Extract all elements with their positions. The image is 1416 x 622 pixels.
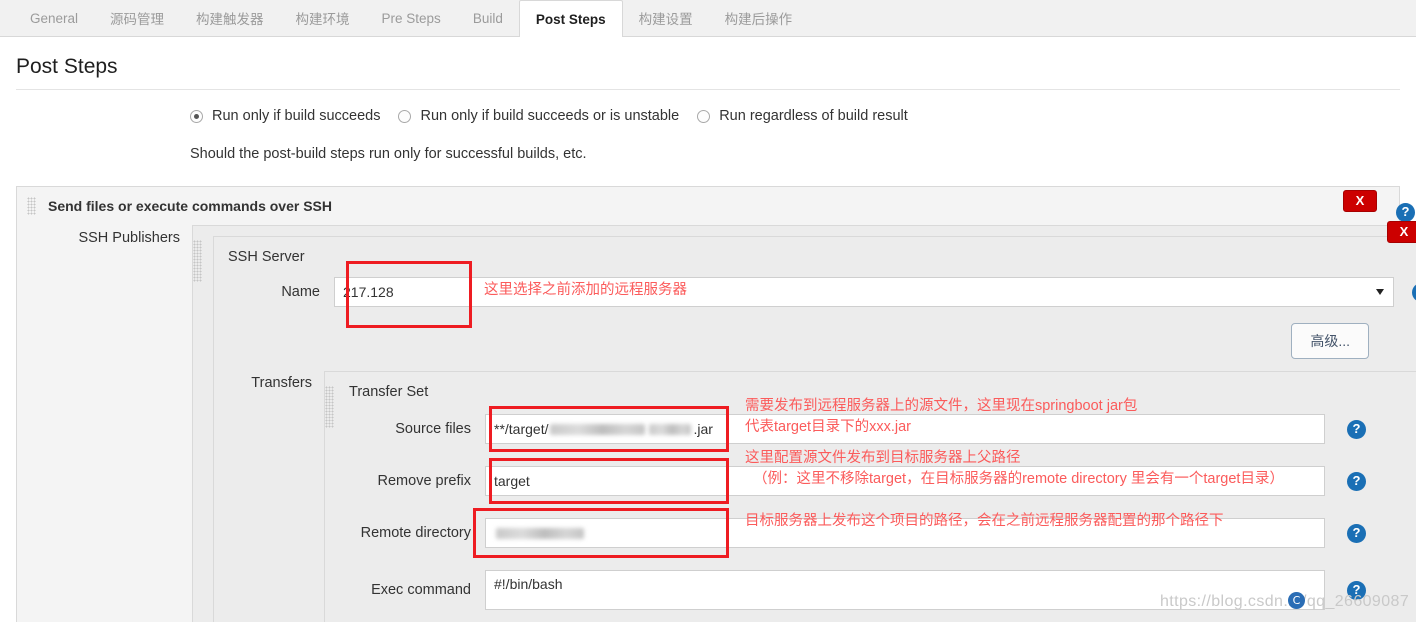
ssh-publisher-entry: X SSH Server Name 217.128 ? 这里选择之前添加的远程 [213, 221, 1416, 622]
publisher-drag-handle-icon[interactable] [192, 240, 202, 282]
radio-run-regardless[interactable] [697, 109, 711, 123]
source-files-row: Source files **/target/ .jar ? 需要发布到远程服务器… [345, 398, 1416, 452]
remove-prefix-value: target [494, 473, 530, 489]
ssh-server-panel: X SSH Server Name 217.128 ? 这里选择之前添加的远程 [213, 221, 1416, 622]
exec-command-value: #!/bin/bash [494, 576, 563, 592]
ssh-publishers-row: SSH Publishers X SSH Server Name 217.128… [17, 221, 1416, 622]
post-steps-hint: Should the post-build steps run only for… [190, 146, 587, 162]
watermark-text-after: /qq_26609087 [1302, 593, 1410, 610]
ssh-server-name-label: Name [281, 284, 320, 300]
transfers-panel: Transfer Set Source files **/target/.jar… [324, 371, 1416, 622]
ssh-server-section-label: SSH Server [228, 249, 305, 265]
radio-label-run-regardless: Run regardless of build result [719, 108, 908, 124]
ssh-publishers-label: SSH Publishers [78, 230, 180, 246]
ssh-server-name-help-icon[interactable]: ? [1412, 282, 1416, 302]
tab-build[interactable]: Build [457, 0, 519, 36]
radio-label-run-if-succeeds: Run only if build succeeds [212, 108, 381, 124]
tab-general[interactable]: General [14, 0, 94, 36]
ssh-publishers-panel: X SSH Server Name 217.128 ? 这里选择之前添加的远程 [192, 221, 1416, 622]
remote-directory-help-icon[interactable]: ? [1347, 523, 1366, 543]
ssh-server-name-value: 217.128 [343, 284, 394, 300]
tab-build-triggers[interactable]: 构建触发器 [180, 0, 280, 36]
chevron-down-icon[interactable] [1376, 289, 1384, 295]
radio-run-if-succeeds[interactable] [190, 109, 203, 123]
tab-post-build-actions[interactable]: 构建后操作 [709, 0, 809, 36]
remove-prefix-help-icon[interactable]: ? [1347, 471, 1366, 491]
tab-post-steps[interactable]: Post Steps [518, 0, 623, 37]
ssh-server-name-row: Name 217.128 ? 这里选择之前添加的远程服务器 [214, 261, 1416, 328]
redacted-remote-directory [496, 527, 584, 539]
radio-run-if-succeeds-or-unstable[interactable] [398, 109, 412, 123]
run-condition-radio-group: Run only if build succeeds Run only if b… [0, 90, 1416, 124]
source-files-value-suffix: .jar [693, 421, 713, 437]
source-files-label: Source files [395, 421, 471, 437]
remote-directory-label: Remote directory [360, 525, 471, 541]
ssh-publisher-block: X ? Send files or execute commands over … [16, 186, 1416, 622]
main-tabbar: General 源码管理 构建触发器 构建环境 Pre Steps Build … [0, 0, 1416, 37]
watermark-text-before: https://blog.csdn.n [1160, 593, 1298, 610]
source-files-value-prefix: **/target/ [494, 421, 549, 437]
redacted-source-files-part2 [649, 423, 692, 435]
csdn-logo-icon: C [1288, 592, 1305, 609]
remove-prefix-row: Remove prefix target ? 这里配置源文件发布到目标服务器上父… [345, 450, 1416, 504]
tab-build-settings[interactable]: 构建设置 [623, 0, 709, 36]
advanced-button-row: 高级... [214, 307, 1416, 359]
annotation-ssh-server-name: 这里选择之前添加的远程服务器 [484, 282, 687, 298]
remove-ssh-server-button[interactable]: X [1387, 221, 1416, 243]
page-body: Post Steps Run only if build succeeds Ru… [0, 37, 1416, 622]
advanced-button[interactable]: 高级... [1291, 323, 1369, 359]
ssh-block-help-icon[interactable]: ? [1396, 203, 1415, 222]
annotation-remote-directory: 目标服务器上发布这个项目的路径，会在之前远程服务器配置的那个路径下 [745, 513, 1224, 529]
annotation-remove-prefix-line1: 这里配置源文件发布到目标服务器上父路径 [745, 450, 1021, 466]
exec-command-label: Exec command [371, 582, 471, 598]
source-files-help-icon[interactable]: ? [1347, 419, 1366, 439]
transfers-row: Transfers Transfer Set Source files **/t… [214, 371, 1416, 622]
annotation-source-files-line2: 代表target目录下的xxx.jar [745, 419, 911, 435]
transfer-set: Transfer Set Source files **/target/.jar… [345, 372, 1416, 622]
tab-source-management[interactable]: 源码管理 [94, 0, 180, 36]
drag-handle-icon[interactable] [27, 197, 36, 215]
radio-label-run-if-succeeds-or-unstable: Run only if build succeeds or is unstabl… [420, 108, 680, 124]
page-title: Post Steps [16, 55, 118, 78]
redacted-source-files-part1 [550, 423, 646, 435]
annotation-remove-prefix-line2: （例：这里不移除target，在目标服务器的remote directory 里… [753, 471, 1284, 487]
remove-ssh-block-button[interactable]: X [1343, 190, 1377, 212]
transfers-label: Transfers [251, 375, 312, 391]
remove-prefix-label: Remove prefix [377, 473, 471, 489]
tab-build-environment[interactable]: 构建环境 [280, 0, 366, 36]
ssh-block-title: Send files or execute commands over SSH [48, 198, 332, 214]
tab-pre-steps[interactable]: Pre Steps [366, 0, 457, 36]
transfer-drag-handle-icon[interactable] [324, 386, 334, 428]
ssh-block-header: Send files or execute commands over SSH [17, 187, 1399, 225]
annotation-source-files-line1: 需要发布到远程服务器上的源文件，这里现在springboot jar包 [745, 398, 1138, 414]
remote-directory-row: Remote directory ? 目标服务器上发布这个项目的路径，会在之前远… [345, 508, 1416, 558]
